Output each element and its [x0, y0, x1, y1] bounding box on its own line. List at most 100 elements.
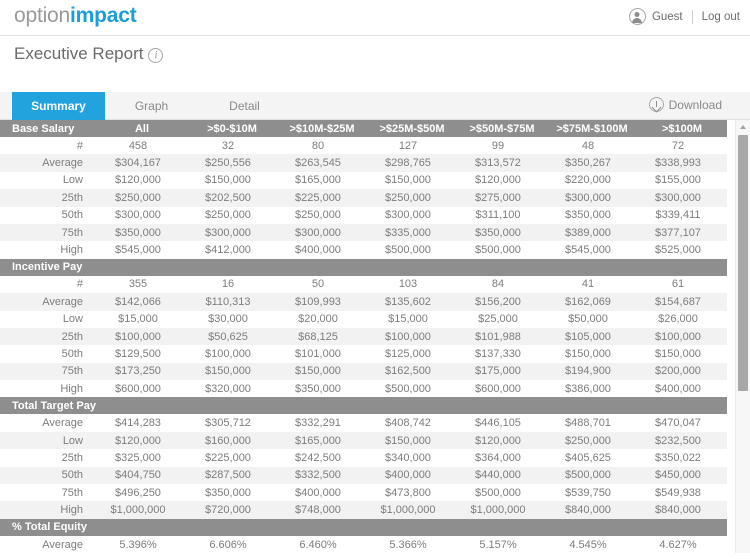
- cell: $313,572: [457, 154, 547, 171]
- cell: $150,000: [547, 345, 637, 362]
- section-header-spacer: [637, 519, 727, 536]
- cell: $500,000: [367, 241, 457, 258]
- cell: $500,000: [457, 241, 547, 258]
- cell: $194,900: [547, 363, 637, 380]
- row-label: 50th: [0, 467, 97, 484]
- section-header-row: Incentive Pay: [0, 259, 727, 276]
- cell: $250,000: [277, 207, 367, 224]
- section-header-spacer: [277, 397, 367, 414]
- cell: $311,100: [457, 207, 547, 224]
- cell: $320,000: [187, 380, 277, 397]
- cell: $350,267: [547, 154, 637, 171]
- column-header-6[interactable]: >$100M: [637, 120, 727, 137]
- cell: $300,000: [547, 189, 637, 206]
- cell: $500,000: [367, 380, 457, 397]
- cell: $225,000: [277, 189, 367, 206]
- table-row: Average5.396%6.606%6.460%5.366%5.157%4.5…: [0, 536, 727, 553]
- cell: $100,000: [187, 345, 277, 362]
- cell: $549,938: [637, 484, 727, 501]
- cell: $350,000: [187, 484, 277, 501]
- row-label: Low: [0, 432, 97, 449]
- section-header-spacer: [637, 397, 727, 414]
- cell: $220,000: [547, 172, 637, 189]
- cell: $125,000: [367, 345, 457, 362]
- user-avatar-icon: [629, 8, 646, 25]
- section-header-spacer: [367, 397, 457, 414]
- cell: $300,000: [367, 207, 457, 224]
- column-header-2[interactable]: >$10M-$25M: [277, 120, 367, 137]
- vertical-scrollbar[interactable]: [735, 120, 750, 553]
- cell: $300,000: [637, 189, 727, 206]
- report-grid: Base SalaryAll>$0-$10M>$10M-$25M>$25M-$5…: [0, 120, 750, 553]
- app-logo[interactable]: optionimpact: [14, 4, 137, 28]
- cell: $137,330: [457, 345, 547, 362]
- info-icon[interactable]: i: [148, 48, 163, 63]
- cell: $120,000: [457, 432, 547, 449]
- cell: $250,000: [97, 189, 187, 206]
- cell: $400,000: [637, 380, 727, 397]
- table-row: Low$120,000$160,000$165,000$150,000$120,…: [0, 432, 727, 449]
- column-header-4[interactable]: >$50M-$75M: [457, 120, 547, 137]
- tab-graph[interactable]: Graph: [105, 92, 198, 120]
- column-header-1[interactable]: >$0-$10M: [187, 120, 277, 137]
- cell: 41: [547, 276, 637, 293]
- column-header-0[interactable]: All: [97, 120, 187, 137]
- cell: $400,000: [277, 484, 367, 501]
- cell: $110,313: [187, 293, 277, 310]
- cell: $250,556: [187, 154, 277, 171]
- section-header-spacer: [187, 519, 277, 536]
- section-title: % Total Equity: [0, 519, 97, 536]
- table-row: High$600,000$320,000$350,000$500,000$600…: [0, 380, 727, 397]
- cell: $840,000: [547, 501, 637, 518]
- cell: $412,000: [187, 241, 277, 258]
- cell: $339,411: [637, 207, 727, 224]
- row-label: 25th: [0, 328, 97, 345]
- column-header-5[interactable]: >$75M-$100M: [547, 120, 637, 137]
- cell: $165,000: [277, 172, 367, 189]
- tab-summary[interactable]: Summary: [12, 92, 105, 120]
- table-row: 50th$404,750$287,500$332,500$400,000$440…: [0, 467, 727, 484]
- tab-detail[interactable]: Detail: [198, 92, 291, 120]
- cell: $100,000: [367, 328, 457, 345]
- cell: $287,500: [187, 467, 277, 484]
- cell: $30,000: [187, 311, 277, 328]
- row-label: 50th: [0, 345, 97, 362]
- cell: $496,250: [97, 484, 187, 501]
- cell: $338,993: [637, 154, 727, 171]
- section-header-spacer: [187, 259, 277, 276]
- cell: $150,000: [187, 363, 277, 380]
- scrollbar-thumb[interactable]: [738, 135, 748, 391]
- download-button[interactable]: Download: [649, 97, 722, 112]
- table-row: Average$414,283$305,712$332,291$408,742$…: [0, 414, 727, 431]
- row-label: Average: [0, 414, 97, 431]
- section-header-spacer: [547, 259, 637, 276]
- cell: $100,000: [97, 328, 187, 345]
- cell: 6.606%: [187, 536, 277, 553]
- section-title: Incentive Pay: [0, 259, 97, 276]
- cell: $20,000: [277, 311, 367, 328]
- column-header-3[interactable]: >$25M-$50M: [367, 120, 457, 137]
- cell: $350,000: [97, 224, 187, 241]
- cell: $300,000: [97, 207, 187, 224]
- section-header-spacer: [277, 519, 367, 536]
- cell: $150,000: [367, 172, 457, 189]
- logout-button[interactable]: Log out: [702, 11, 740, 23]
- table-row: 75th$173,250$150,000$150,000$162,500$175…: [0, 363, 727, 380]
- cell: 458: [97, 137, 187, 154]
- logo-text-impact: impact: [70, 4, 137, 27]
- cell: $101,000: [277, 345, 367, 362]
- cell: $175,000: [457, 363, 547, 380]
- cell: $25,000: [457, 311, 547, 328]
- cell: $120,000: [97, 432, 187, 449]
- cell: $109,993: [277, 293, 367, 310]
- cell: $150,000: [187, 172, 277, 189]
- cell: $263,545: [277, 154, 367, 171]
- page-title-text: Executive Report: [14, 44, 143, 63]
- table-row: High$545,000$412,000$400,000$500,000$500…: [0, 241, 727, 258]
- table-row: 50th$129,500$100,000$101,000$125,000$137…: [0, 345, 727, 362]
- cell: 355: [97, 276, 187, 293]
- scroll-up-arrow-icon[interactable]: [736, 120, 750, 133]
- cell: $101,988: [457, 328, 547, 345]
- row-label: 25th: [0, 449, 97, 466]
- cell: $488,701: [547, 414, 637, 431]
